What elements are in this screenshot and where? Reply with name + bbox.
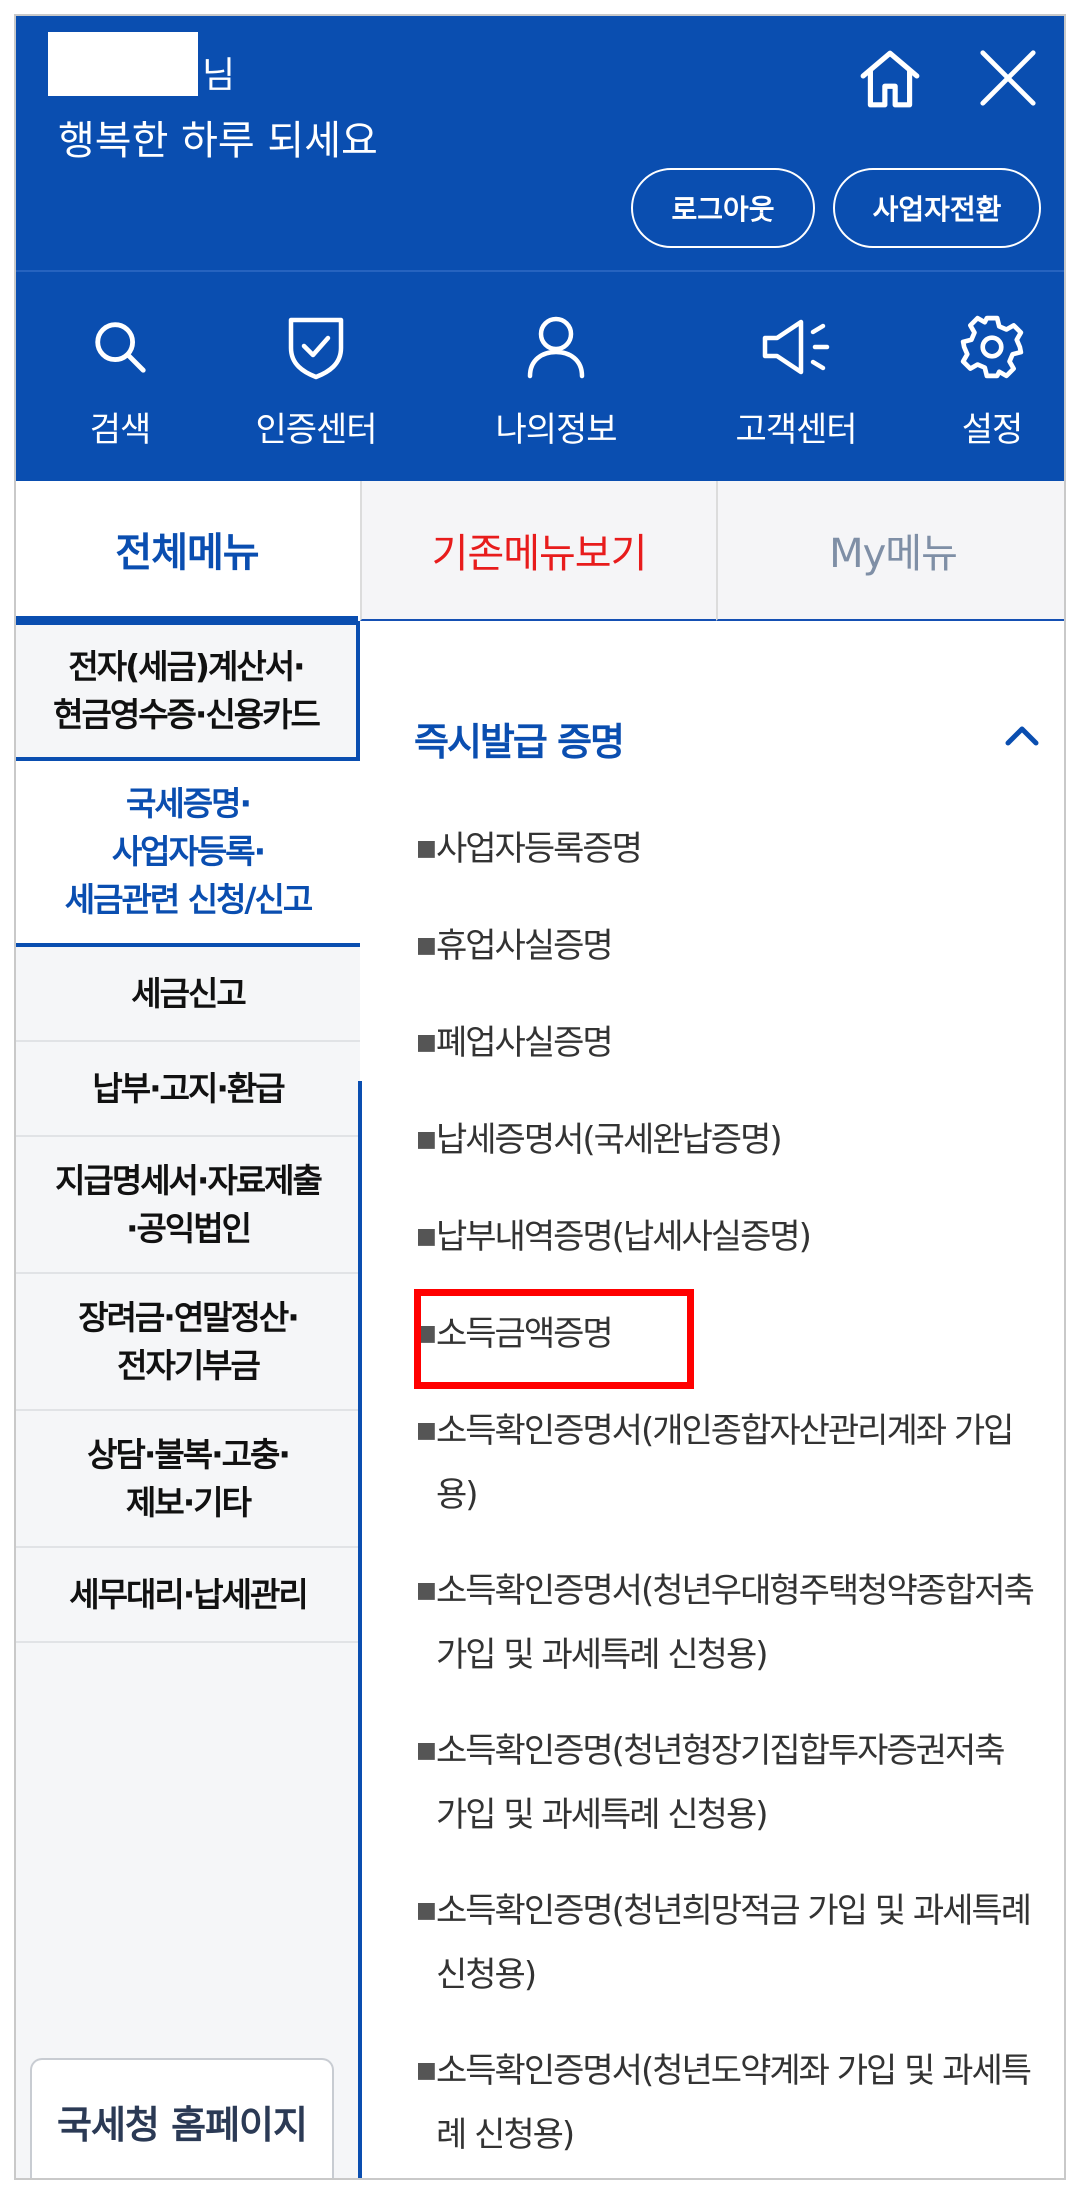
quick-auth-center-label: 인증센터 xyxy=(255,410,377,450)
tab-my-menu[interactable]: My메뉴 xyxy=(716,481,1064,621)
quick-customer-center[interactable]: 고객센터 xyxy=(706,310,886,451)
home-icon xyxy=(860,50,920,108)
quick-settings[interactable]: 설정 xyxy=(902,310,1064,451)
submenu-item[interactable]: ■ 소득확인증명서(개인종합자산관리계좌 가입용) xyxy=(416,1399,1036,1527)
submenu-item-label: 납세증명서(국세완납증명) xyxy=(436,1120,783,1160)
redacted-username xyxy=(48,32,198,96)
gear-icon xyxy=(960,315,1024,379)
header: 님 행복한 하루 되세요 로그아웃 사업자전환 검색 인증센터 나의정보 고객센… xyxy=(16,16,1064,481)
sidebar-item-tax-agent[interactable]: 세무대리·납세관리 xyxy=(16,1548,360,1643)
quick-search[interactable]: 검색 xyxy=(30,310,210,451)
section-title[interactable]: 즉시발급 증명 xyxy=(414,711,625,766)
app-frame: 님 행복한 하루 되세요 로그아웃 사업자전환 검색 인증센터 나의정보 고객센… xyxy=(14,14,1066,2180)
tab-all-menu[interactable]: 전체메뉴 xyxy=(16,481,358,621)
sidebar-item-incentive[interactable]: 장려금·연말정산· 전자기부금 xyxy=(16,1274,360,1411)
submenu-item[interactable]: ■ 소득확인증명서(청년우대형주택청약종합저축 가입 및 과세특례 신청용) xyxy=(416,1559,1036,1687)
business-switch-button[interactable]: 사업자전환 xyxy=(833,168,1041,248)
menu-tabs: 전체메뉴 기존메뉴보기 My메뉴 xyxy=(16,481,1064,621)
header-divider xyxy=(16,270,1064,272)
quick-customer-center-label: 고객센터 xyxy=(735,410,857,450)
submenu-item[interactable]: ■ 휴업사실증명 xyxy=(416,914,1036,978)
quick-search-label: 검색 xyxy=(89,410,152,450)
submenu-item[interactable]: ■ 폐업사실증명 xyxy=(416,1011,1036,1075)
submenu-item-label: 소득확인증명(청년희망적금 가입 및 과세특례 신청용) xyxy=(436,1891,1032,1995)
sidebar-item-payment[interactable]: 납부·고지·환급 xyxy=(16,1042,360,1137)
sidebar-item-consultation[interactable]: 상담·불복·고충· 제보·기타 xyxy=(16,1411,360,1548)
submenu-item[interactable]: ■ 소득확인증명(청년형장기집합투자증권저축 가입 및 과세특례 신청용) xyxy=(416,1719,1036,1847)
submenu-item-label: 사업자등록증명 xyxy=(436,829,643,869)
submenu-item-label: 소득확인증명서(청년우대형주택청약종합저축 가입 및 과세특례 신청용) xyxy=(436,1571,1035,1675)
shield-check-icon xyxy=(288,317,344,380)
home-button[interactable] xyxy=(848,36,932,120)
greeting-suffix: 님 xyxy=(202,55,236,96)
highlight-box xyxy=(414,1289,694,1389)
quick-my-info-label: 나의정보 xyxy=(495,410,617,450)
submenu-item-label: 소득확인증명(청년형장기집합투자증권저축 가입 및 과세특례 신청용) xyxy=(436,1731,1006,1835)
submenu-item[interactable]: ■ 사업자등록증명 xyxy=(416,817,1036,881)
submenu-item[interactable]: ■ 납부내역증명(납세사실증명) xyxy=(416,1205,1036,1269)
quick-auth-center[interactable]: 인증센터 xyxy=(226,310,406,451)
submenu-item[interactable]: ■ 소득확인증명(청년희망적금 가입 및 과세특례 신청용) xyxy=(416,1879,1036,2007)
submenu-item-label: 휴업사실증명 xyxy=(436,926,614,966)
greeting-message: 행복한 하루 되세요 xyxy=(58,118,378,164)
submenu-item[interactable]: ■ 납세증명서(국세완납증명) xyxy=(416,1108,1036,1172)
user-icon xyxy=(527,316,585,379)
logout-button[interactable]: 로그아웃 xyxy=(631,168,815,248)
category-sidebar: 전자(세금)계산서· 현금영수증·신용카드 국세증명· 사업자등록· 세금관련 … xyxy=(16,621,360,2178)
submenu-item[interactable]: ■ 소득확인증명서(청년도약계좌 가입 및 과세특례 신청용) xyxy=(416,2039,1036,2167)
sidebar-item-payment-statement[interactable]: 지급명세서·자료제출 ·공익법인 xyxy=(16,1137,360,1274)
nts-homepage-button[interactable]: 국세청 홈페이지 xyxy=(30,2058,334,2178)
chevron-up-icon[interactable] xyxy=(1002,719,1042,749)
quick-settings-label: 설정 xyxy=(961,410,1024,450)
submenu-item-label: 소득확인증명서(개인종합자산관리계좌 가입용) xyxy=(436,1411,1014,1515)
sidebar-item-tax-certificate[interactable]: 국세증명· 사업자등록· 세금관련 신청/신고 xyxy=(16,761,360,947)
close-icon xyxy=(980,50,1036,106)
close-button[interactable] xyxy=(966,36,1050,120)
submenu-panel: 즉시발급 증명 ■ 사업자등록증명 ■ 휴업사실증명 ■ 폐업사실증명 ■ 납세증명서(… xyxy=(362,621,1064,2178)
submenu-item-label: 납부내역증명(납세사실증명) xyxy=(436,1217,812,1257)
tab-old-menu[interactable]: 기존메뉴보기 xyxy=(360,481,716,621)
submenu-item-label: 폐업사실증명 xyxy=(436,1023,614,1063)
megaphone-icon xyxy=(762,319,830,375)
submenu-item-label: 소득확인증명서(청년도약계좌 가입 및 과세특례 신청용) xyxy=(436,2051,1032,2155)
quick-my-info[interactable]: 나의정보 xyxy=(466,310,646,451)
sidebar-item-e-invoice[interactable]: 전자(세금)계산서· 현금영수증·신용카드 xyxy=(16,621,360,761)
search-icon xyxy=(95,322,146,373)
sidebar-item-tax-filing[interactable]: 세금신고 xyxy=(16,947,360,1042)
